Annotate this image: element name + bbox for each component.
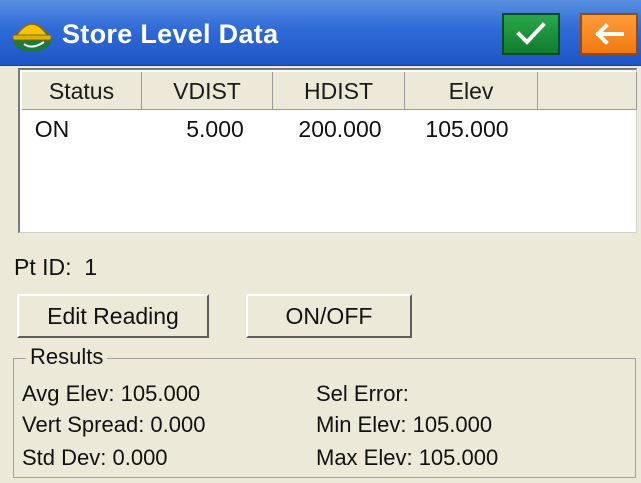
- title-bar: Store Level Data: [0, 0, 641, 66]
- cell-hdist: 200.000: [298, 116, 382, 142]
- cell-status: ON: [34, 116, 70, 142]
- vert-spread-text: Vert Spread: 0.000: [22, 412, 206, 437]
- column-header-vdist[interactable]: VDIST: [142, 72, 273, 110]
- edit-reading-button[interactable]: Edit Reading: [17, 294, 209, 338]
- point-id: Pt ID: 1: [14, 252, 97, 282]
- column-header-elev[interactable]: Elev: [405, 72, 538, 110]
- column-header-empty: [538, 72, 637, 110]
- surveyor-helmet-icon: [10, 14, 54, 54]
- ok-button[interactable]: [502, 13, 560, 55]
- point-id-value: 1: [84, 254, 98, 280]
- std-dev-text: Std Dev: 0.000: [22, 445, 168, 470]
- results-group-label: Results: [26, 343, 108, 371]
- window-title: Store Level Data: [62, 19, 279, 49]
- on-off-button[interactable]: ON/OFF: [246, 294, 412, 338]
- cell-elev: 105.000: [425, 116, 509, 142]
- avg-elev-text: Avg Elev: 105.000: [22, 381, 201, 406]
- min-elev-text: Min Elev: 105.000: [316, 412, 493, 437]
- point-id-label: Pt ID:: [14, 254, 72, 280]
- level-data-table[interactable]: Status VDIST HDIST Elev ON 5.000 200.000…: [18, 68, 637, 233]
- cell-vdist: 5.000: [186, 116, 244, 142]
- sel-error-text: Sel Error:: [316, 381, 409, 406]
- column-header-status[interactable]: Status: [22, 72, 142, 110]
- back-button[interactable]: [580, 13, 638, 55]
- column-header-hdist[interactable]: HDIST: [273, 72, 405, 110]
- max-elev-text: Max Elev: 105.000: [316, 445, 499, 470]
